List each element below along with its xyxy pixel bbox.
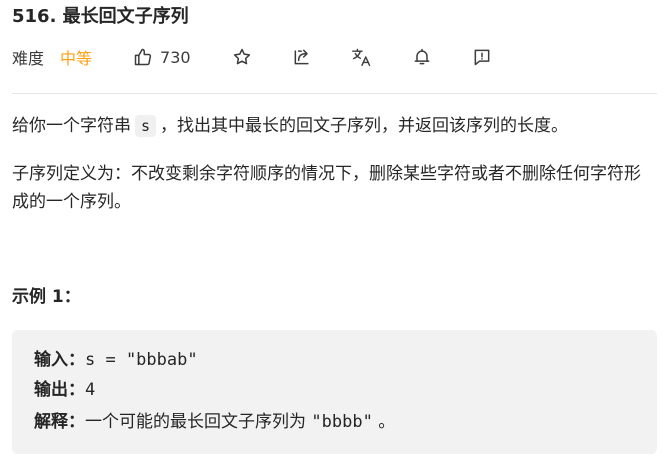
translate-icon[interactable] xyxy=(351,46,373,68)
example-explanation-code: "bbbb" xyxy=(311,412,373,432)
example-input-value: s = "bbbab" xyxy=(85,350,198,370)
problem-meta-bar: 难度 中等 730 xyxy=(12,42,493,72)
thumbs-up-icon xyxy=(132,46,154,68)
inline-code: s xyxy=(135,115,157,137)
example-input-label: 输入： xyxy=(34,350,85,370)
example-output-label: 输出： xyxy=(34,380,85,400)
difficulty-badge: 中等 xyxy=(60,49,93,68)
example-input-line: 输入：s = "bbbab" xyxy=(34,346,198,374)
description-paragraph-2: 子序列定义为：不改变剩余字符顺序的情况下，删除某些字符或者不删除任何字符形成的一… xyxy=(12,164,641,212)
example-output-line: 输出：4 xyxy=(34,376,95,404)
like-count: 730 xyxy=(160,47,191,67)
header-divider xyxy=(12,93,657,94)
description-text: ，找出其中最长的回文子序列，并返回该序列的长度。 xyxy=(160,116,569,136)
description-paragraph-1: 给你一个字符串 s ，找出其中最长的回文子序列，并返回该序列的长度。 xyxy=(12,112,657,140)
example-explanation-end: 。 xyxy=(372,412,396,432)
example-block: 输入：s = "bbbab" 输出：4 解释：一个可能的最长回文子序列为 "bb… xyxy=(12,330,657,454)
share-icon[interactable] xyxy=(291,46,313,68)
example-explanation-text: 一个可能的最长回文子序列为 xyxy=(85,412,306,432)
example-explanation-label: 解释： xyxy=(34,412,85,432)
difficulty-label: 难度 xyxy=(12,49,45,68)
example-title: 示例 1： xyxy=(12,287,81,307)
like-button[interactable]: 730 xyxy=(132,46,191,68)
example-explanation-line: 解释：一个可能的最长回文子序列为 "bbbb" 。 xyxy=(34,408,395,436)
problem-title: 516. 最长回文子序列 xyxy=(12,6,189,27)
description-text: 给你一个字符串 xyxy=(12,116,131,136)
bell-icon[interactable] xyxy=(411,46,433,68)
example-output-value: 4 xyxy=(85,380,96,400)
star-icon[interactable] xyxy=(231,46,253,68)
feedback-icon[interactable] xyxy=(471,46,493,68)
